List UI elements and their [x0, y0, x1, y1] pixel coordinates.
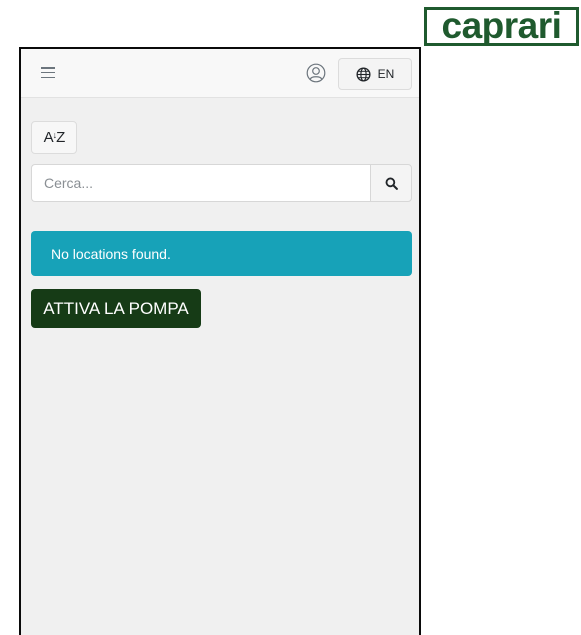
- caprari-logo: caprari: [424, 7, 579, 46]
- search-button[interactable]: [370, 164, 412, 202]
- no-results-message: No locations found.: [51, 245, 171, 262]
- search-input[interactable]: [31, 164, 370, 202]
- logo-text: caprari: [441, 4, 562, 46]
- search-group: [31, 164, 412, 202]
- sort-alpha-button[interactable]: A↓Z: [31, 121, 77, 154]
- language-button[interactable]: EN: [338, 58, 412, 90]
- app-frame: EN A↓Z No locations found. ATTIVA LA POM…: [19, 47, 421, 635]
- user-circle-icon[interactable]: [306, 63, 326, 83]
- language-label: EN: [377, 67, 395, 81]
- no-results-alert: No locations found.: [31, 231, 412, 276]
- hamburger-menu-icon[interactable]: [41, 67, 55, 78]
- top-navbar: EN: [21, 49, 419, 98]
- search-icon: [385, 177, 398, 190]
- sort-alpha-icon: A↓Z: [43, 129, 66, 146]
- activate-pump-button[interactable]: ATTIVA LA POMPA: [31, 289, 201, 328]
- globe-icon: [356, 66, 371, 82]
